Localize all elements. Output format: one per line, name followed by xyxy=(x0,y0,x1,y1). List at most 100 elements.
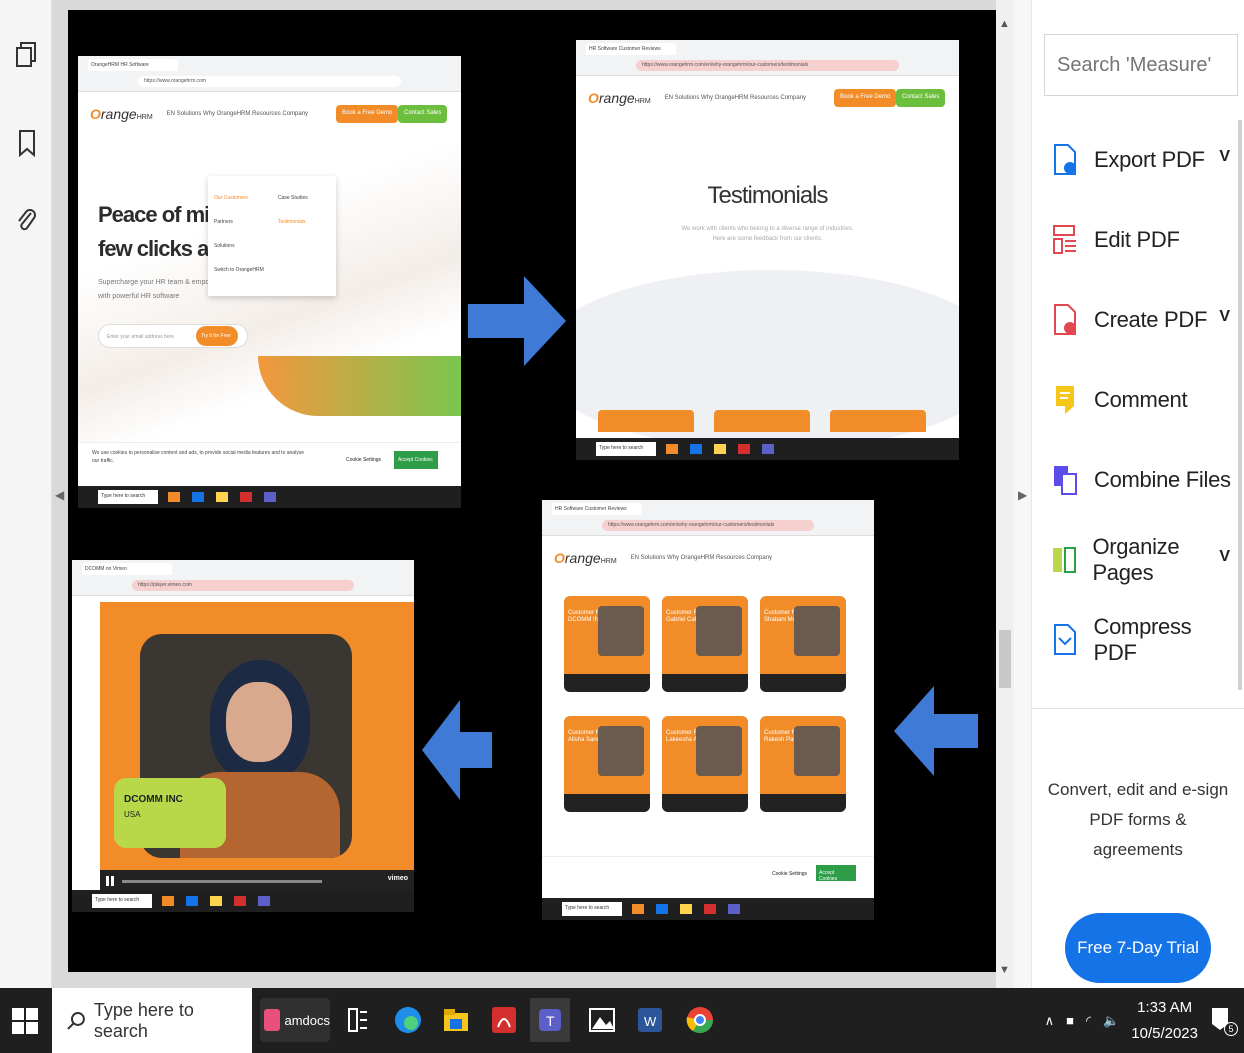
scroll-up-icon[interactable]: ▲ xyxy=(999,18,1010,30)
svg-text:T: T xyxy=(546,1013,555,1029)
tool-comment[interactable]: Comment xyxy=(1050,368,1238,432)
free-trial-button[interactable]: Free 7-Day Trial xyxy=(1065,913,1211,983)
video-controls: vimeo xyxy=(100,870,414,892)
acrobat-icon[interactable] xyxy=(484,998,524,1042)
review-card: Customer Reviews Rakesh Patnik xyxy=(760,716,846,812)
organize-pages-icon xyxy=(1050,543,1078,577)
volume-icon[interactable]: 🔈 xyxy=(1103,1013,1119,1029)
collapse-left-icon[interactable]: ◀ xyxy=(55,488,64,502)
menu-case-studies: Case Studies xyxy=(278,195,308,201)
promo-panel: Convert, edit and e-sign PDF forms & agr… xyxy=(1032,708,1244,988)
tool-organize-pages[interactable]: Organize Pages V xyxy=(1050,528,1238,592)
edge-browser-icon[interactable] xyxy=(388,998,428,1042)
tools-pane-toggle[interactable]: ▶ xyxy=(1014,0,1032,988)
battery-icon[interactable]: ■ xyxy=(1066,1013,1074,1028)
word-icon[interactable]: W xyxy=(630,998,670,1042)
cookie-text: We use cookies to personalise content an… xyxy=(92,450,304,464)
tools-pane: Export PDFV Edit PDF Create PDFV Comment… xyxy=(1032,0,1244,988)
menu-testimonials: Testimonials xyxy=(278,219,306,225)
photos-icon[interactable] xyxy=(582,998,622,1042)
company-badge: DCOMM INC USA xyxy=(114,778,226,848)
document-scrollbar[interactable]: ▲ ▼ xyxy=(996,0,1014,988)
tool-combine-files[interactable]: Combine Files xyxy=(1050,448,1238,512)
expand-right-icon[interactable]: ▶ xyxy=(1018,488,1027,502)
cookie-banner: Cookie Settings Accept Cookies xyxy=(542,856,874,898)
screenshot-orangehrm-home: OrangeHRM HR Software https://www.orange… xyxy=(78,56,461,508)
browser-chrome: HR Software Customer Reviews https://www… xyxy=(542,500,874,536)
review-card: Customer Reviews Shabani Mchabi xyxy=(760,596,846,692)
teams-icon[interactable]: T xyxy=(530,998,570,1042)
review-card: Customer Reviews Gabriel Caffarelo xyxy=(662,596,748,692)
tools-search-input[interactable] xyxy=(1044,34,1238,96)
chrome-icon[interactable] xyxy=(680,998,720,1042)
mini-taskbar: Type here to search xyxy=(542,898,874,920)
mini-taskbar: Type here to search xyxy=(576,438,959,460)
file-explorer-icon[interactable] xyxy=(436,998,476,1042)
tray-overflow-icon[interactable]: ∧ xyxy=(1045,1013,1055,1029)
search-icon xyxy=(67,1011,85,1030)
tool-edit-pdf[interactable]: Edit PDF xyxy=(1050,208,1238,272)
company-name: DCOMM INC xyxy=(124,794,183,805)
cookie-banner: We use cookies to personalise content an… xyxy=(78,442,461,486)
promo-text: Convert, edit and e-sign PDF forms & agr… xyxy=(1047,780,1229,859)
arrow-left-icon xyxy=(894,686,978,776)
arrow-left-icon xyxy=(422,700,492,800)
browser-tab: OrangeHRM HR Software xyxy=(88,59,178,71)
screenshot-vimeo-video: DCOMM on Vimeo https://player.vimeo.com … xyxy=(72,560,414,912)
hero-swoosh xyxy=(258,356,461,416)
tools-scrollbar[interactable] xyxy=(1238,120,1242,690)
bookmark-icon[interactable] xyxy=(14,128,40,158)
taskbar-clock[interactable]: 1:33 AM 10/5/2023 xyxy=(1131,995,1198,1047)
export-pdf-icon xyxy=(1050,143,1080,177)
attachment-icon[interactable] xyxy=(14,206,40,236)
review-card: Customer Reviews Alisha Sandy xyxy=(564,716,650,812)
tool-create-pdf[interactable]: Create PDF V xyxy=(1050,288,1238,352)
taskbar-search-box[interactable]: Type here to search xyxy=(52,988,252,1053)
windows-start-icon[interactable] xyxy=(12,1008,38,1034)
testimonials-title: Testimonials xyxy=(707,182,828,209)
company-country: USA xyxy=(124,810,141,819)
tool-compress-pdf[interactable]: Compress PDF xyxy=(1050,608,1238,672)
menu-partners: Partners xyxy=(214,219,233,225)
menu-solutions: Solutions xyxy=(214,243,235,249)
edit-pdf-icon xyxy=(1050,223,1080,257)
card-strip xyxy=(598,410,938,432)
scroll-down-icon[interactable]: ▼ xyxy=(999,964,1010,976)
arrow-right-icon xyxy=(468,276,566,366)
browser-chrome: OrangeHRM HR Software https://www.orange… xyxy=(78,56,461,92)
review-card: Customer Reviews DCOMM INC xyxy=(564,596,650,692)
book-demo-button: Book a Free Demo xyxy=(336,105,399,123)
wifi-icon[interactable]: ◜ xyxy=(1086,1013,1091,1029)
system-tray: ∧ ■ ◜ 🔈 1:33 AM 10/5/2023 5 xyxy=(1045,988,1244,1053)
site-nav: OrangeHRM EN Solutions Why OrangeHRM Res… xyxy=(554,550,773,566)
address-bar: https://www.orangehrm.com xyxy=(138,76,401,87)
mini-taskbar: Type here to search xyxy=(78,486,461,508)
notification-center-icon[interactable]: 5 xyxy=(1210,1006,1238,1036)
try-free-button: Try it for Free xyxy=(196,326,238,346)
notification-badge: 5 xyxy=(1224,1021,1238,1036)
accept-cookies-button: Accept Cookies xyxy=(394,451,438,469)
windows-taskbar: Type here to search amdocs T W ∧ ■ ◜ 🔈 1… xyxy=(0,988,1244,1053)
nav-links: EN Solutions Why OrangeHRM Resources Com… xyxy=(166,111,309,117)
left-nav-rail xyxy=(0,0,52,988)
comment-icon xyxy=(1050,383,1080,417)
pdf-page: OrangeHRM HR Software https://www.orange… xyxy=(68,10,996,972)
video-frame: DCOMM INC USA vimeo xyxy=(100,602,414,892)
task-view-icon[interactable] xyxy=(338,998,378,1042)
acrobat-window: ◀ OrangeHRM HR Software https://www.oran… xyxy=(0,0,1244,1053)
combine-files-icon xyxy=(1050,463,1080,497)
site-nav: OrangeHRM EN Solutions Why OrangeHRM Res… xyxy=(576,76,959,120)
review-card: Customer Reviews Lakeesha Arbeiter xyxy=(662,716,748,812)
hero-subtext: Supercharge your HR team & empower with … xyxy=(98,279,221,300)
tool-export-pdf[interactable]: Export PDF V xyxy=(1050,128,1238,192)
cookie-settings-link: Cookie Settings xyxy=(346,457,382,463)
compress-pdf-icon xyxy=(1050,623,1080,657)
create-pdf-icon xyxy=(1050,303,1080,337)
screenshot-testimonials: HR Software Customer Reviews https://www… xyxy=(576,40,959,460)
scroll-thumb[interactable] xyxy=(999,630,1011,688)
testimonials-subtitle: We work with clients who belong to a div… xyxy=(681,226,854,242)
browser-chrome: HR Software Customer Reviews https://www… xyxy=(576,40,959,76)
page-thumbnails-icon[interactable] xyxy=(14,40,40,70)
menu-switch: Switch to OrangeHRM xyxy=(214,267,264,273)
amdocs-app[interactable]: amdocs xyxy=(260,998,330,1042)
